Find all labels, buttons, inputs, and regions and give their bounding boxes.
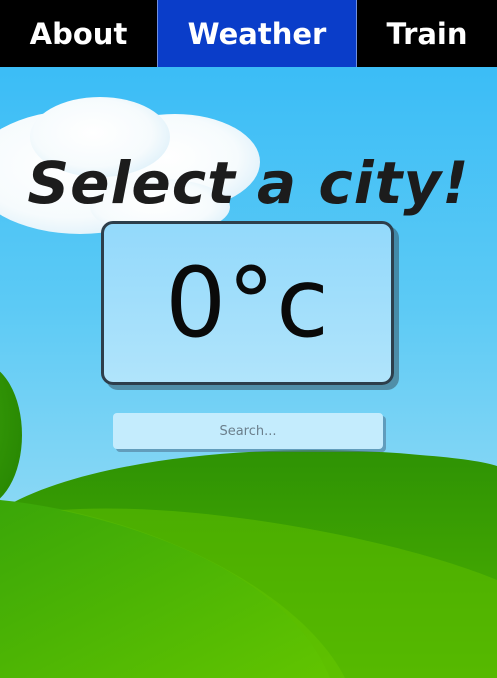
weather-page: About Weather Train Select a city! 0°c bbox=[0, 0, 497, 678]
temperature-display: 0°c bbox=[101, 221, 394, 385]
top-nav: About Weather Train bbox=[0, 0, 497, 67]
hills-illustration bbox=[0, 371, 497, 678]
tab-weather[interactable]: Weather bbox=[157, 0, 357, 67]
tab-train[interactable]: Train bbox=[357, 0, 497, 67]
city-search-input[interactable] bbox=[113, 413, 383, 449]
page-title: Select a city! bbox=[27, 148, 470, 217]
temperature-value: 0°c bbox=[165, 247, 330, 359]
tab-about[interactable]: About bbox=[0, 0, 157, 67]
